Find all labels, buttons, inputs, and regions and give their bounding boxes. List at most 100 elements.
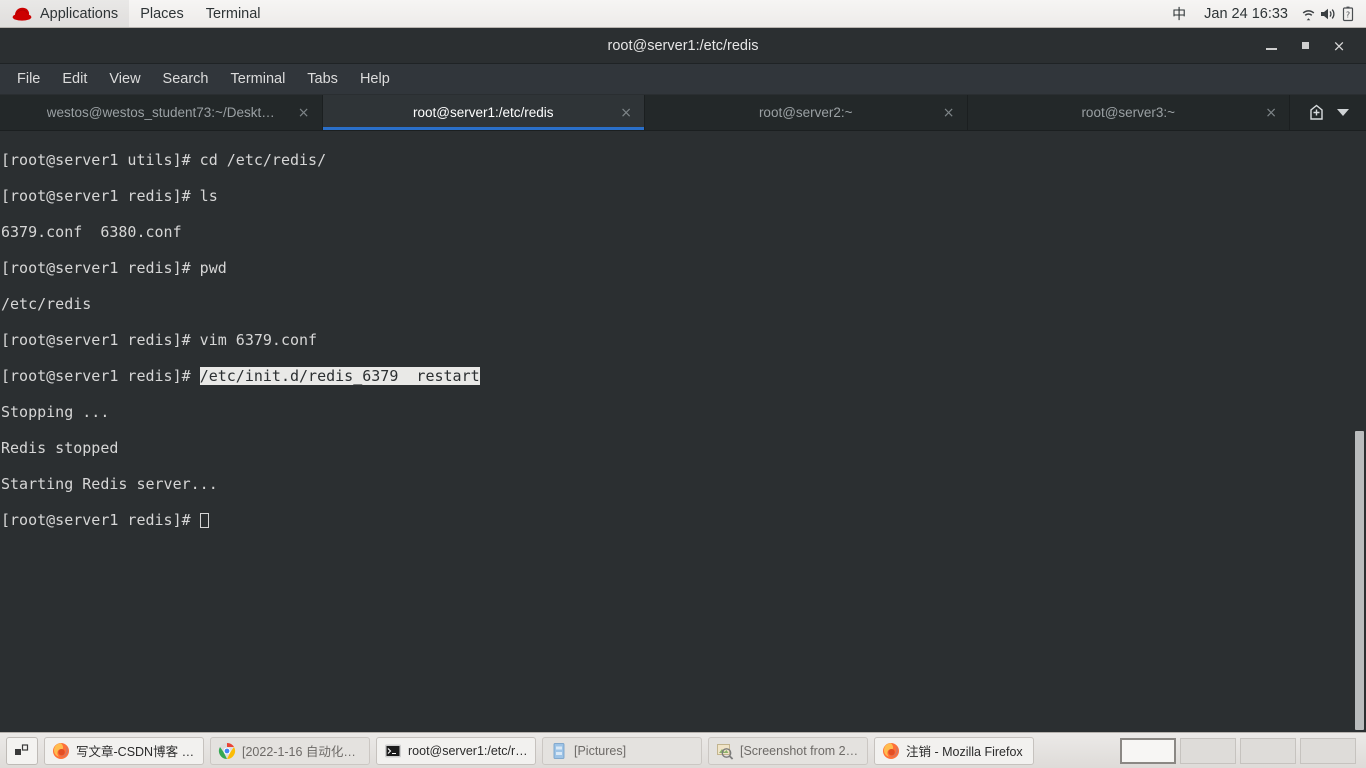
- task-button-terminal[interactable]: root@server1:/etc/r…: [376, 736, 536, 765]
- show-desktop-icon: [15, 743, 29, 755]
- terminal-line-text: Stopping ...: [1, 403, 110, 421]
- terminal-line: [root@server1 redis]# vim 6379.conf: [1, 331, 480, 349]
- task-label: 注销 - Mozilla Firefox: [906, 745, 1023, 759]
- chevron-down-icon[interactable]: [1336, 109, 1349, 116]
- file-manager-icon: [553, 742, 565, 759]
- terminal-body[interactable]: [root@server1 utils]# cd /etc/redis/ [ro…: [0, 131, 1366, 732]
- task-button-screenshot[interactable]: [Screenshot from 20…: [708, 736, 868, 765]
- firefox-icon: [53, 742, 69, 759]
- terminal-line-text: [root@server1 redis]# ls: [1, 187, 218, 205]
- terminal-icon: [385, 744, 401, 757]
- tab-label: root@server2:~: [758, 105, 853, 120]
- applications-menu[interactable]: Applications: [0, 0, 130, 27]
- terminal-line: /etc/redis: [1, 295, 480, 313]
- tab-close-icon[interactable]: ×: [1265, 106, 1277, 120]
- workspace-switcher: [1120, 737, 1360, 764]
- window-title: root@server1:/etc/redis: [607, 37, 759, 54]
- maximize-icon: [1301, 42, 1309, 49]
- top-panel: Applications Places Terminal 中 Jan 24 16…: [0, 0, 1366, 28]
- terminal-scrollbar-thumb[interactable]: [1355, 431, 1364, 730]
- input-method-indicator[interactable]: 中: [1164, 4, 1194, 24]
- task-button-chrome[interactable]: [2022-1-16 自动化…: [210, 736, 370, 765]
- terminal-line: Stopping ...: [1, 403, 480, 421]
- terminal-window: root@server1:/etc/redis × File Edit View…: [0, 28, 1366, 732]
- terminal-line-text: [root@server1 utils]# cd /etc/redis/: [1, 151, 327, 169]
- tab-label: root@server1:/etc/redis: [412, 105, 554, 120]
- tab-close-icon[interactable]: ×: [620, 106, 632, 120]
- terminal-output: [root@server1 utils]# cd /etc/redis/ [ro…: [0, 131, 480, 565]
- taskbar: 写文章-CSDN博客 - … [2022-1-16 自动化… root@serv…: [0, 732, 1366, 768]
- terminal-line-current: [root@server1 redis]#: [1, 511, 480, 529]
- menu-file[interactable]: File: [6, 68, 51, 90]
- terminal-line: [root@server1 utils]# cd /etc/redis/: [1, 151, 480, 169]
- tab-bar: westos@westos_student73:~/Deskt… × root@…: [0, 95, 1366, 131]
- workspace-1[interactable]: [1120, 737, 1176, 764]
- terminal-scrollbar[interactable]: [1353, 131, 1366, 732]
- task-button-pictures[interactable]: [Pictures]: [542, 736, 702, 765]
- close-button[interactable]: ×: [1322, 29, 1356, 63]
- tab-actions: [1290, 95, 1366, 130]
- terminal-line-text: Redis stopped: [1, 439, 119, 457]
- top-panel-left: Applications Places Terminal: [0, 0, 272, 27]
- firefox-icon: [883, 742, 899, 759]
- tab-server1-redis[interactable]: root@server1:/etc/redis ×: [322, 95, 645, 130]
- task-button-logout-firefox[interactable]: 注销 - Mozilla Firefox: [874, 736, 1034, 765]
- terminal-line-text: [root@server1 redis]# vim 6379.conf: [1, 331, 318, 349]
- applications-menu-label: Applications: [40, 5, 119, 22]
- menu-edit[interactable]: Edit: [51, 68, 98, 90]
- task-label: root@server1:/etc/r…: [408, 743, 528, 758]
- minimize-icon: [1265, 48, 1277, 50]
- tab-label: root@server3:~: [1081, 105, 1176, 120]
- task-label: [Screenshot from 20…: [740, 743, 860, 758]
- places-menu[interactable]: Places: [129, 0, 195, 27]
- tab-close-icon[interactable]: ×: [943, 106, 955, 120]
- window-controls: ×: [1254, 28, 1366, 63]
- clock[interactable]: Jan 24 16:33: [1194, 6, 1298, 22]
- terminal-prompt: [root@server1 redis]#: [1, 511, 200, 529]
- redhat-logo-icon: [12, 7, 32, 21]
- window-titlebar[interactable]: root@server1:/etc/redis ×: [0, 28, 1366, 64]
- task-label: 写文章-CSDN博客 - …: [76, 745, 196, 759]
- menubar: File Edit View Search Terminal Tabs Help: [0, 64, 1366, 95]
- minimize-button[interactable]: [1254, 29, 1288, 63]
- tab-server2[interactable]: root@server2:~ ×: [645, 95, 968, 130]
- terminal-panel-item[interactable]: Terminal: [195, 0, 272, 27]
- task-button-csdn-firefox[interactable]: 写文章-CSDN博客 - …: [44, 736, 204, 765]
- terminal-line-text: /etc/redis: [1, 295, 92, 313]
- task-label: [2022-1-16 自动化…: [242, 745, 356, 759]
- menu-view[interactable]: View: [98, 68, 151, 90]
- workspace-3[interactable]: [1240, 737, 1296, 764]
- tab-close-icon[interactable]: ×: [298, 106, 310, 120]
- new-tab-icon[interactable]: [1308, 104, 1325, 121]
- tab-label: westos@westos_student73:~/Deskt…: [46, 105, 275, 120]
- menu-tabs[interactable]: Tabs: [296, 68, 349, 90]
- menu-terminal[interactable]: Terminal: [220, 68, 297, 90]
- terminal-line: Redis stopped: [1, 439, 480, 457]
- terminal-line: Starting Redis server...: [1, 475, 480, 493]
- task-label: [Pictures]: [574, 743, 627, 758]
- places-menu-label: Places: [140, 5, 184, 22]
- terminal-line: [root@server1 redis]# ls: [1, 187, 480, 205]
- terminal-line-text: Starting Redis server...: [1, 475, 218, 493]
- image-viewer-icon: [717, 743, 734, 760]
- maximize-button[interactable]: [1288, 29, 1322, 63]
- menu-help[interactable]: Help: [349, 68, 401, 90]
- svg-text:?: ?: [1346, 10, 1350, 19]
- terminal-line-text: 6379.conf 6380.conf: [1, 223, 182, 241]
- tab-westos-desktop[interactable]: westos@westos_student73:~/Deskt… ×: [0, 95, 323, 130]
- menu-search[interactable]: Search: [152, 68, 220, 90]
- terminal-panel-label: Terminal: [205, 5, 261, 22]
- tab-server3[interactable]: root@server3:~ ×: [967, 95, 1290, 130]
- terminal-line-selected: [root@server1 redis]# /etc/init.d/redis_…: [1, 367, 480, 385]
- terminal-line-text: [root@server1 redis]# pwd: [1, 259, 227, 277]
- chrome-icon: [218, 742, 236, 759]
- top-panel-right: 中 Jan 24 16:33 ?: [1164, 0, 1366, 27]
- battery-icon[interactable]: ?: [1338, 5, 1358, 23]
- volume-icon[interactable]: [1318, 5, 1338, 23]
- terminal-prompt: [root@server1 redis]#: [1, 367, 200, 385]
- workspace-4[interactable]: [1300, 737, 1356, 764]
- show-desktop-button[interactable]: [6, 736, 38, 765]
- terminal-selected-command[interactable]: /etc/init.d/redis_6379 restart: [199, 367, 480, 385]
- wifi-icon[interactable]: [1298, 5, 1318, 23]
- workspace-2[interactable]: [1180, 737, 1236, 764]
